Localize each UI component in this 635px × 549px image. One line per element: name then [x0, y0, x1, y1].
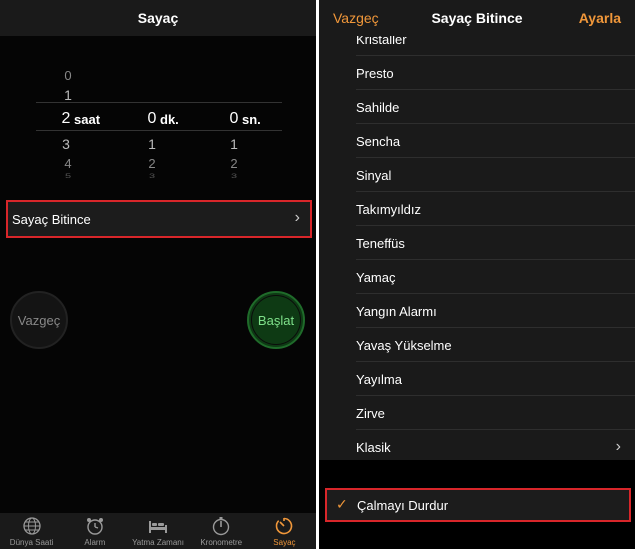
minutes-unit: dk.: [160, 112, 179, 127]
chevron-right-icon: ›: [615, 438, 621, 455]
list-item[interactable]: Yangın Alarmı: [319, 294, 635, 328]
alarm-clock-icon: [86, 518, 103, 535]
seconds-unit: sn.: [242, 112, 261, 127]
minutes-value: 3: [148, 172, 156, 180]
nav-bar: Sayaç Bitince Vazgeç Ayarla: [319, 0, 635, 36]
list-item[interactable]: Teneffüs: [319, 226, 635, 260]
sound-label: Kristaller: [356, 36, 407, 47]
stop-playing-label: Çalmayı Durdur: [357, 498, 449, 513]
sound-label: Takımyıldız: [356, 201, 422, 217]
nav-bar: Sayaç: [0, 0, 316, 36]
hours-wheel[interactable]: 0 1 2 saat 3 4 5: [36, 64, 116, 186]
bed-icon: [149, 521, 167, 533]
sound-label: Yangın Alarmı: [356, 303, 437, 319]
chevron-right-icon: ›: [294, 209, 300, 226]
when-timer-ends-row[interactable]: Sayaç Bitince ›: [6, 200, 312, 238]
seconds-selected: 0: [229, 110, 239, 127]
list-item[interactable]: Yamaç: [319, 260, 635, 294]
list-item[interactable]: Sahilde: [319, 90, 635, 124]
hours-value: 4: [64, 156, 72, 171]
hours-selected: 2: [61, 110, 71, 127]
tab-timer[interactable]: Sayaç: [253, 513, 316, 549]
sound-label: Sinyal: [356, 167, 392, 183]
minutes-value: 1: [148, 136, 156, 152]
tab-label: Kronometre: [200, 538, 243, 547]
tab-bedtime[interactable]: Yatma Zamanı: [126, 513, 189, 549]
seconds-wheel[interactable]: 0 sn. 1 2 3: [204, 64, 284, 186]
hours-value: 3: [62, 136, 70, 152]
sound-label: Presto: [356, 65, 394, 81]
globe-icon: [22, 517, 41, 535]
tab-bar: Dünya Saati Alarm Yatma Zamanı Kronometr…: [0, 513, 316, 549]
tab-stopwatch[interactable]: Kronometre: [190, 513, 253, 549]
tab-world-clock[interactable]: Dünya Saati: [0, 513, 63, 549]
seconds-value: 2: [230, 156, 238, 171]
hours-value: 1: [64, 87, 72, 103]
minutes-wheel[interactable]: 0 dk. 1 2 3: [122, 64, 202, 186]
list-item[interactable]: Presto: [319, 56, 635, 90]
tab-label: Yatma Zamanı: [132, 538, 184, 547]
sound-label: Zirve: [356, 405, 385, 421]
page-title: Sayaç: [137, 10, 179, 26]
list-item[interactable]: Kristaller: [319, 36, 635, 56]
sound-label: Yayılma: [356, 371, 402, 387]
start-button[interactable]: Başlat: [247, 291, 305, 349]
seconds-value: 1: [230, 136, 238, 152]
hours-value: 5: [64, 172, 72, 180]
section-gap: [319, 460, 635, 488]
sound-label: Sencha: [356, 133, 401, 149]
list-item[interactable]: Yavaş Yükselme: [319, 328, 635, 362]
hours-value: 0: [64, 68, 72, 83]
checkmark-icon: ✓: [336, 496, 348, 512]
sound-label: Sahilde: [356, 99, 400, 115]
stop-playing-row[interactable]: ✓ Çalmayı Durdur: [325, 488, 631, 522]
when-timer-ends-label: Sayaç Bitince: [12, 211, 91, 227]
classic-sounds-row[interactable]: Klasik ›: [319, 430, 635, 460]
list-item[interactable]: Zirve: [319, 396, 635, 430]
set-button[interactable]: Ayarla: [579, 10, 621, 26]
start-button-ring: [251, 295, 301, 345]
list-item[interactable]: Sinyal: [319, 158, 635, 192]
minutes-selected: 0: [147, 110, 157, 127]
list-item[interactable]: Sencha: [319, 124, 635, 158]
bottom-area: [319, 522, 635, 549]
when-timer-ends-screen: Sayaç Bitince Vazgeç Ayarla Kristaller P…: [319, 0, 635, 549]
sound-label: Teneffüs: [356, 235, 405, 251]
list-item[interactable]: Yayılma: [319, 362, 635, 396]
timer-screen: Sayaç 0 1 2 saat 3 4 5 0 dk. 1 2 3 0 sn.…: [0, 0, 316, 549]
tab-alarm[interactable]: Alarm: [63, 513, 126, 549]
tab-label: Sayaç: [273, 538, 296, 547]
sound-label: Yamaç: [356, 269, 396, 285]
cancel-button[interactable]: Vazgeç: [333, 10, 379, 26]
list-item[interactable]: Takımyıldız: [319, 192, 635, 226]
sound-list: Kristaller Presto Sahilde Sencha Sinyal …: [319, 36, 635, 460]
hours-unit: saat: [74, 112, 101, 127]
stopwatch-icon: [213, 517, 230, 536]
minutes-value: 2: [148, 156, 156, 171]
sound-label: Yavaş Yükselme: [356, 337, 452, 353]
cancel-button[interactable]: Vazgeç: [10, 291, 68, 349]
seconds-value: 3: [230, 172, 238, 180]
timer-icon: [276, 517, 293, 535]
duration-picker[interactable]: 0 1 2 saat 3 4 5 0 dk. 1 2 3 0 sn. 1 2 3: [36, 64, 282, 186]
tab-label: Alarm: [84, 538, 106, 547]
tab-label: Dünya Saati: [9, 538, 54, 547]
sound-label: Klasik: [356, 439, 391, 455]
